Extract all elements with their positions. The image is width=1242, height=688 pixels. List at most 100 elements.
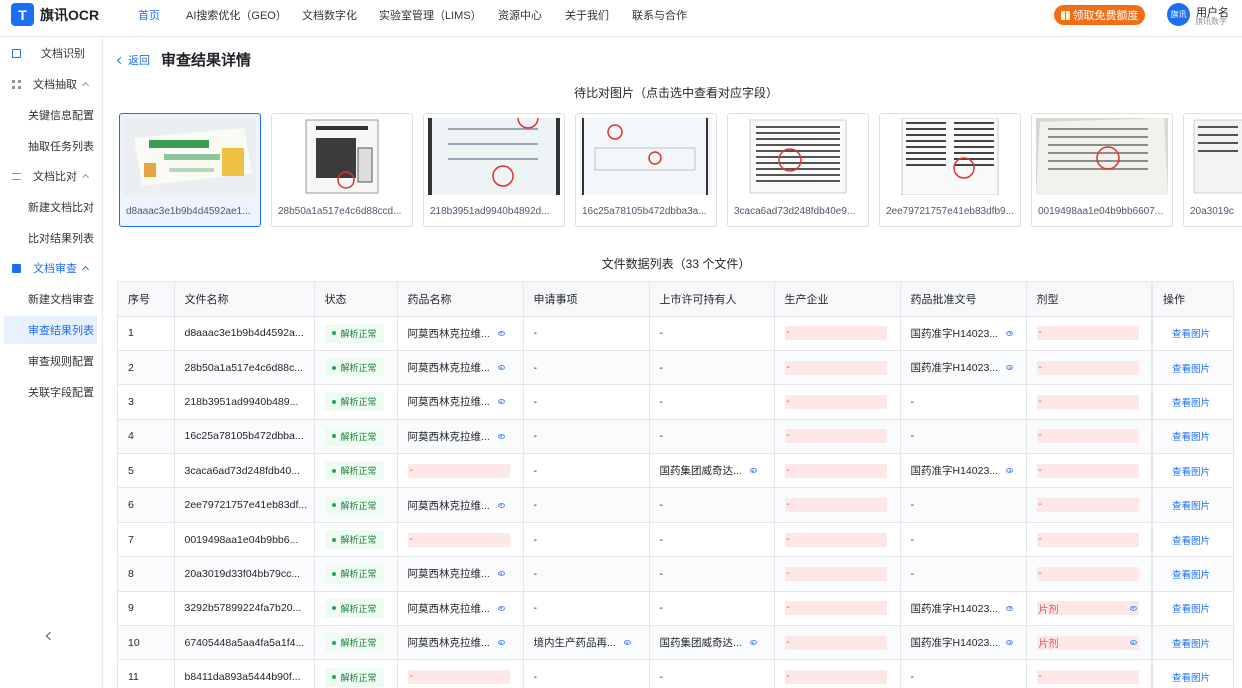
table-row: 3 218b3951ad9940b489... 解析正常 阿莫西林克拉维... - - - -…: [118, 384, 1233, 420]
eye-icon[interactable]: [1006, 640, 1014, 646]
nav-lims[interactable]: 实验室管理（LIMS）: [379, 7, 482, 23]
cell-action[interactable]: 查看图片: [1151, 316, 1233, 351]
column-header: 操作: [1151, 282, 1233, 317]
thumbnail-card[interactable]: 2ee79721757e41eb83dfb9...: [879, 113, 1021, 227]
eye-icon[interactable]: [497, 605, 505, 611]
view-image-link[interactable]: 查看图片: [1172, 639, 1210, 650]
thumbnail-card[interactable]: 0019498aa1e04b9bb6607...: [1031, 113, 1173, 227]
sidebar-item-review-results[interactable]: 审查结果列表: [4, 316, 97, 344]
cell-action[interactable]: 查看图片: [1151, 453, 1233, 489]
eye-icon[interactable]: [1006, 605, 1014, 611]
status-label: 解析正常: [340, 466, 377, 477]
view-image-link[interactable]: 查看图片: [1172, 673, 1210, 684]
cell-apply: -: [523, 316, 650, 351]
eye-icon[interactable]: [749, 468, 757, 474]
cell-form: 片剂: [1026, 625, 1153, 661]
empty-value: -: [910, 396, 915, 409]
eye-icon[interactable]: [1006, 468, 1014, 474]
eye-icon[interactable]: [497, 571, 505, 577]
view-image-link[interactable]: 查看图片: [1172, 432, 1210, 443]
eye-icon[interactable]: [497, 433, 505, 439]
view-image-link[interactable]: 查看图片: [1172, 570, 1210, 581]
eye-icon[interactable]: [497, 502, 505, 508]
thumbnail-card[interactable]: 3caca6ad73d248fdb40e9...: [727, 113, 869, 227]
eye-icon[interactable]: [1129, 640, 1137, 646]
view-image-link[interactable]: 查看图片: [1172, 364, 1210, 375]
cell-action[interactable]: 查看图片: [1151, 659, 1233, 688]
nav-digitization[interactable]: 文档数字化: [302, 7, 357, 23]
eye-icon[interactable]: [497, 399, 505, 405]
thumbnail-card[interactable]: 16c25a78105b472dbba3a...: [575, 113, 717, 227]
eye-icon[interactable]: [497, 365, 505, 371]
cell-row-number: 10: [118, 625, 175, 661]
eye-icon[interactable]: [1006, 330, 1014, 336]
cell-action[interactable]: 查看图片: [1151, 419, 1233, 455]
avatar[interactable]: 旗讯: [1167, 3, 1190, 26]
nav-about[interactable]: 关于我们: [565, 7, 609, 23]
status-dot-icon: [331, 468, 336, 473]
nav-home[interactable]: 首页: [138, 7, 160, 23]
sidebar-item-linked-fields[interactable]: 关联字段配置: [0, 378, 102, 406]
cell-action[interactable]: 查看图片: [1151, 384, 1233, 420]
table-row: 10 67405448a5aa4fa5a1f4... 解析正常 阿莫西林克拉维... 境…: [118, 625, 1233, 661]
sidebar-item-key-info-config[interactable]: 关键信息配置: [0, 101, 102, 129]
view-image-link[interactable]: 查看图片: [1172, 329, 1210, 340]
cell-action[interactable]: 查看图片: [1151, 625, 1233, 661]
cell-action[interactable]: 查看图片: [1151, 487, 1233, 523]
cell-action[interactable]: 查看图片: [1151, 522, 1233, 558]
thumbnail-strip: d8aaac3e1b9b4d4592ae1... 28b50a1a517e4c6…: [118, 113, 1242, 228]
eye-icon[interactable]: [623, 640, 631, 646]
eye-icon[interactable]: [1006, 365, 1014, 371]
file-name: 0019498aa1e04b9bb6...: [184, 533, 299, 546]
view-image-link[interactable]: 查看图片: [1172, 604, 1210, 615]
collapse-sidebar-icon[interactable]: [45, 631, 55, 641]
table-row: 1 d8aaac3e1b9b4d4592a... 解析正常 阿莫西林克拉维... - - -…: [118, 316, 1233, 351]
sidebar-item-doc-compare[interactable]: 文档比对: [0, 162, 102, 190]
nav-geo[interactable]: AI搜索优化（GEO）: [186, 7, 287, 23]
eye-icon[interactable]: [497, 640, 505, 646]
thumbnail-card[interactable]: 218b3951ad9940b4892d...: [423, 113, 565, 227]
cell-action[interactable]: 查看图片: [1151, 350, 1233, 386]
cell-status: 解析正常: [314, 659, 398, 688]
cell-action[interactable]: 查看图片: [1151, 591, 1233, 627]
cell-maker: -: [774, 419, 901, 455]
thumbnail-card[interactable]: d8aaac3e1b9b4d4592ae1...: [119, 113, 261, 227]
column-header: 状态: [314, 282, 398, 317]
cell-maker: -: [774, 453, 901, 489]
file-data-table: 序号 文件名称 状态 药品名称 申请事项 上市许可持有人 生产企业 药品批准文号…: [117, 281, 1234, 688]
view-image-link[interactable]: 查看图片: [1172, 536, 1210, 547]
back-button[interactable]: 返回: [116, 52, 150, 68]
app-logo[interactable]: T 旗讯OCR: [11, 3, 99, 26]
thumbnail-card[interactable]: 28b50a1a517e4c6d88ccd...: [271, 113, 413, 227]
sidebar-item-new-compare[interactable]: 新建文档比对: [0, 193, 102, 221]
free-quota-button[interactable]: 领取免费额度: [1054, 5, 1145, 25]
sidebar-item-new-review[interactable]: 新建文档审查: [0, 285, 102, 313]
missing-value: -: [784, 635, 887, 650]
eye-icon[interactable]: [497, 330, 505, 336]
eye-icon[interactable]: [749, 640, 757, 646]
column-header: 文件名称: [174, 282, 315, 317]
cell-status: 解析正常: [314, 625, 398, 661]
sidebar-item-compare-results[interactable]: 比对结果列表: [0, 224, 102, 252]
cell-approval: 国药准字H14023...: [900, 591, 1027, 627]
nav-resources[interactable]: 资源中心: [498, 7, 542, 23]
sidebar-item-review-rules[interactable]: 审查规则配置: [0, 347, 102, 375]
status-badge: 解析正常: [324, 461, 384, 481]
eye-icon[interactable]: [1129, 605, 1137, 611]
thumbnail-card[interactable]: 20a3019c: [1183, 113, 1242, 227]
thumbnail-image: [580, 118, 712, 195]
sidebar-item-extraction-tasks[interactable]: 抽取任务列表: [0, 132, 102, 160]
status-badge: 解析正常: [324, 633, 384, 653]
view-image-link[interactable]: 查看图片: [1172, 501, 1210, 512]
missing-value: -: [1036, 360, 1139, 375]
view-image-link[interactable]: 查看图片: [1172, 467, 1210, 478]
sidebar-item-doc-recognition[interactable]: 文档识别: [0, 39, 102, 67]
cell-action[interactable]: 查看图片: [1151, 556, 1233, 592]
empty-value: -: [659, 533, 664, 546]
empty-value: -: [533, 361, 538, 374]
nav-contact[interactable]: 联系与合作: [632, 7, 687, 23]
file-list-title: 文件数据列表（33 个文件）: [601, 257, 751, 271]
status-label: 解析正常: [340, 328, 377, 339]
view-image-link[interactable]: 查看图片: [1172, 398, 1210, 409]
thumbnail-caption: d8aaac3e1b9b4d4592ae1...: [126, 206, 251, 217]
